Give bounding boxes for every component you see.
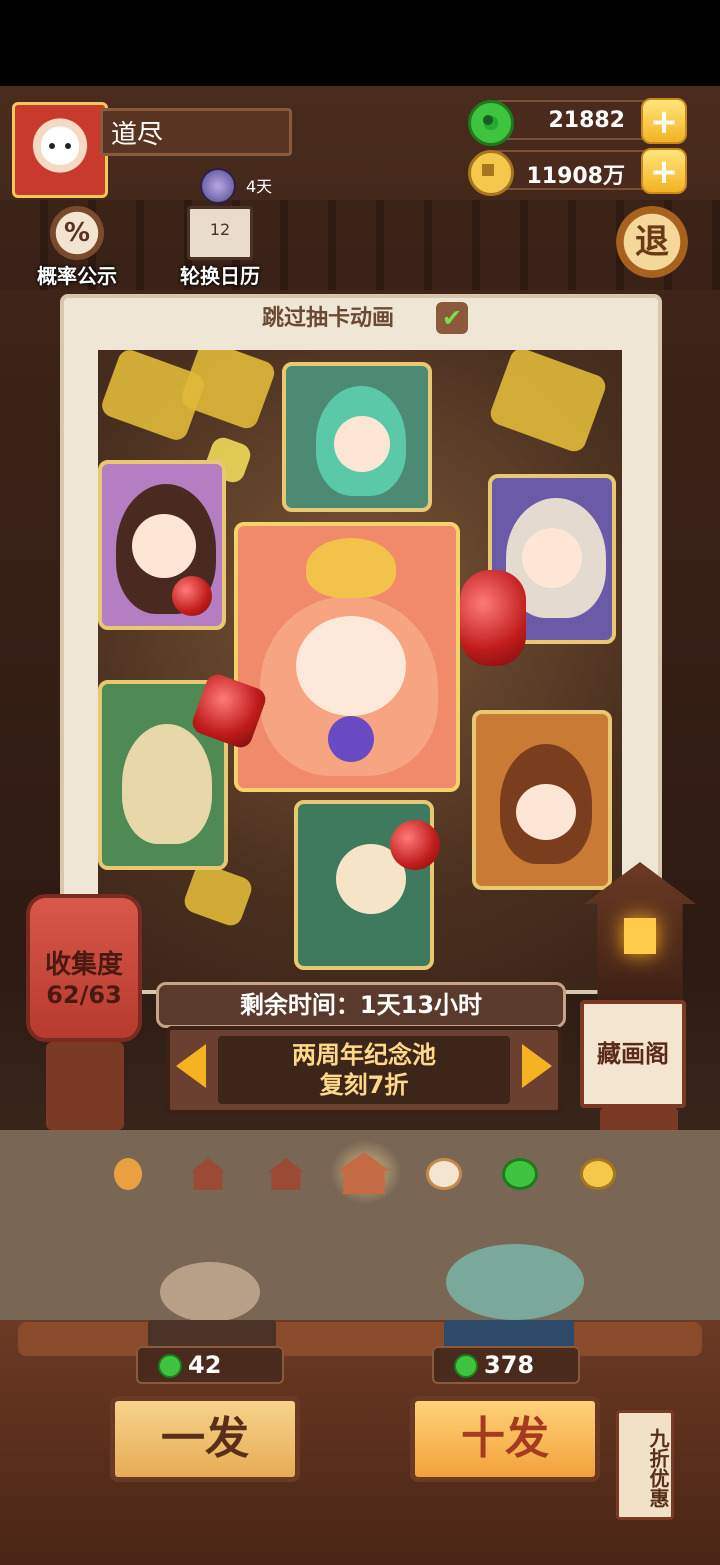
collection-label: 收集度: [44, 950, 123, 980]
gold-nugget: [487, 350, 609, 455]
fish-single-icon: [160, 1262, 260, 1322]
tab-house-icon[interactable]: [190, 1158, 226, 1190]
gallery-button[interactable]: 藏画阁: [580, 1000, 686, 1108]
pool-timer: 剩余时间：1天13小时: [156, 982, 566, 1028]
probability-label: 概率公示: [37, 264, 117, 288]
ten-cost-value: 378: [484, 1351, 535, 1379]
fish-stand: [444, 1320, 574, 1348]
discount-tag: 九折优惠: [616, 1410, 674, 1520]
jade-amount: 21882: [548, 108, 625, 133]
ruby: [172, 576, 212, 616]
card-orange-right[interactable]: [472, 710, 612, 890]
exit-button[interactable]: 退: [616, 206, 688, 278]
coin-icon: [468, 150, 514, 196]
card-green-top[interactable]: [282, 362, 432, 512]
avatar-eye: [65, 143, 71, 149]
gold-nugget: [181, 861, 255, 929]
calendar-button[interactable]: 12 轮换日历: [168, 206, 272, 289]
probability-button[interactable]: % 概率公示: [28, 206, 126, 289]
pool-info: 两周年纪念池 复刻7折: [218, 1036, 510, 1104]
buff-icon[interactable]: [200, 168, 236, 204]
tab-jade-icon[interactable]: [502, 1158, 538, 1190]
collection-value: 62/63: [46, 981, 122, 1009]
pool-name: 两周年纪念池: [292, 1041, 436, 1069]
tab-lantern-icon[interactable]: [114, 1158, 142, 1190]
player-name: 道尽: [100, 108, 292, 156]
gold-nugget: [178, 350, 278, 432]
status-bar: [0, 0, 720, 86]
tab-plus-icon[interactable]: [426, 1158, 462, 1190]
calendar-label: 轮换日历: [180, 264, 260, 288]
jade-icon: [468, 100, 514, 146]
avatar-eye: [49, 143, 55, 149]
single-cost-value: 42: [188, 1351, 222, 1379]
skip-animation-checkbox[interactable]: ✔: [436, 302, 468, 334]
ten-cost: 378: [432, 1346, 580, 1384]
prev-pool-arrow[interactable]: [176, 1044, 206, 1088]
pool-selector: 两周年纪念池 复刻7折: [166, 1026, 562, 1114]
add-jade-button[interactable]: +: [641, 98, 687, 144]
tab-house-active-icon[interactable]: [338, 1152, 390, 1194]
avatar[interactable]: [12, 102, 108, 198]
card-showcase: [98, 350, 622, 990]
ruby: [390, 820, 440, 870]
fish-ten-icon: [446, 1244, 584, 1320]
percent-gear-icon: %: [50, 206, 104, 260]
tab-coin-icon[interactable]: [580, 1158, 616, 1190]
coin-amount: 11908万: [526, 164, 625, 189]
fish-stand: [148, 1320, 276, 1348]
next-pool-arrow[interactable]: [522, 1044, 552, 1088]
pool-discount: 复刻7折: [319, 1071, 409, 1099]
counter-top: [18, 1322, 702, 1356]
tab-house-icon[interactable]: [268, 1158, 304, 1190]
ten-draw-button[interactable]: 十发: [410, 1396, 600, 1482]
lantern-stand: [46, 1042, 124, 1130]
avatar-face: [41, 131, 79, 165]
add-coin-button[interactable]: +: [641, 148, 687, 194]
jade-icon: [158, 1354, 182, 1378]
jade-icon: [454, 1354, 478, 1378]
collection-lantern[interactable]: 收集度 62/63: [26, 894, 142, 1042]
skip-animation-label: 跳过抽卡动画: [262, 306, 395, 331]
pool-tabs: [0, 1150, 720, 1210]
single-cost: 42: [136, 1346, 284, 1384]
counter: [0, 1320, 720, 1565]
buff-days: 4天: [246, 177, 273, 196]
single-draw-button[interactable]: 一发: [110, 1396, 300, 1482]
calendar-icon: 12: [187, 206, 253, 260]
ruby: [460, 570, 526, 666]
card-featured[interactable]: [234, 522, 460, 792]
